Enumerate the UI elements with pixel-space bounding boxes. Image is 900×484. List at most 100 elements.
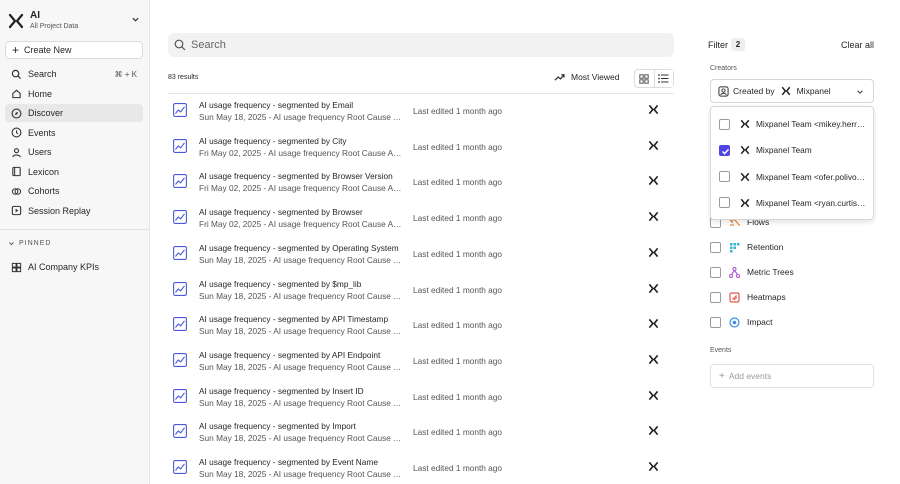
checkbox[interactable] xyxy=(719,118,730,130)
report-subtitle: Fri May 02, 2025 - AI usage frequency Ro… xyxy=(199,183,402,194)
sidebar-item-cohorts[interactable]: Cohorts xyxy=(5,182,143,200)
clear-all-button[interactable]: Clear all xyxy=(841,40,874,50)
sidebar-item-discover[interactable]: Discover xyxy=(5,104,143,122)
mixpanel-logo-icon xyxy=(648,140,659,150)
sidebar-item-label: Lexicon xyxy=(28,166,60,177)
table-row[interactable]: AI usage frequency - segmented by API Ti… xyxy=(168,307,674,343)
sidebar-item-home[interactable]: Home xyxy=(5,85,143,103)
grid-view-icon xyxy=(639,73,649,84)
checkbox[interactable] xyxy=(710,266,721,278)
filter-title: Filter xyxy=(708,40,728,50)
creator-option[interactable]: Mixpanel Team <mikey.herrera@mixpanel.co… xyxy=(711,111,875,137)
metric-tree-icon xyxy=(729,266,740,278)
sidebar-item-events[interactable]: Events xyxy=(5,124,143,142)
report-subtitle: Fri May 02, 2025 - AI usage frequency Ro… xyxy=(199,219,402,230)
mixpanel-logo-icon xyxy=(648,354,659,365)
table-row[interactable]: AI usage frequency - segmented by $mp_li… xyxy=(168,272,674,308)
search-icon xyxy=(174,39,186,51)
report-title[interactable]: AI usage frequency - segmented by Browse… xyxy=(199,171,393,181)
user-icon xyxy=(718,85,729,97)
last-edited: Last edited 1 month ago xyxy=(413,463,503,473)
sidebar-divider xyxy=(0,229,149,230)
report-subtitle: Sun May 18, 2025 - AI usage frequency Ro… xyxy=(199,397,402,408)
table-row[interactable]: AI usage frequency - segmented by Email S… xyxy=(168,93,674,129)
users-icon xyxy=(10,146,22,158)
creator-option[interactable]: Mixpanel Team <ofer.polivoda@mixpanel.co… xyxy=(711,164,875,190)
create-new-button[interactable]: + Create New xyxy=(5,41,143,59)
sidebar-item-users[interactable]: Users xyxy=(5,143,143,161)
creator-select[interactable]: Created by Mixpanel xyxy=(710,79,874,103)
report-type-impact[interactable]: Impact xyxy=(710,315,874,329)
report-title[interactable]: AI usage frequency - segmented by Email xyxy=(199,100,353,110)
insights-report-icon xyxy=(173,388,187,403)
report-title[interactable]: AI usage frequency - segmented by API En… xyxy=(199,350,380,360)
report-title[interactable]: AI usage frequency - segmented by Browse… xyxy=(199,207,363,217)
last-edited: Last edited 1 month ago xyxy=(413,106,503,116)
sidebar-item-session-replay[interactable]: Session Replay xyxy=(5,202,143,220)
checkbox[interactable] xyxy=(710,291,721,303)
checkbox[interactable] xyxy=(710,241,721,253)
report-title[interactable]: AI usage frequency - segmented by Insert… xyxy=(199,386,364,396)
table-row[interactable]: AI usage frequency - segmented by API En… xyxy=(168,343,674,379)
report-type-label: Retention xyxy=(747,242,784,252)
filter-count-badge: 2 xyxy=(731,38,745,51)
search-placeholder: Search xyxy=(191,39,226,51)
view-toggle xyxy=(634,69,674,88)
checkbox[interactable] xyxy=(719,144,730,156)
search-icon xyxy=(10,68,22,80)
table-row[interactable]: AI usage frequency - segmented by Operat… xyxy=(168,236,674,272)
report-title[interactable]: AI usage frequency - segmented by API Ti… xyxy=(199,314,388,324)
report-title[interactable]: AI usage frequency - segmented by City xyxy=(199,136,347,146)
table-row[interactable]: AI usage frequency - segmented by Event … xyxy=(168,450,674,484)
add-events-input[interactable]: + Add events xyxy=(710,364,874,388)
grid-icon xyxy=(10,261,22,273)
last-edited: Last edited 1 month ago xyxy=(413,213,503,224)
creator-dropdown: Mixpanel Team <mikey.herrera@mixpanel.co… xyxy=(710,106,874,220)
report-type-retention[interactable]: Retention xyxy=(710,240,874,254)
list-view-button[interactable] xyxy=(653,70,673,87)
sidebar-item-lexicon[interactable]: Lexicon xyxy=(5,163,143,181)
report-title[interactable]: AI usage frequency - segmented by $mp_li… xyxy=(199,279,361,289)
pinned-item-ai-company-kpis[interactable]: AI Company KPIs xyxy=(5,258,143,276)
report-title[interactable]: AI usage frequency - segmented by Import xyxy=(199,421,356,431)
create-new-label: Create New xyxy=(24,45,72,55)
grid-view-button[interactable] xyxy=(635,70,654,87)
pinned-section-toggle[interactable]: PINNED xyxy=(8,240,51,247)
org-switcher[interactable]: AI All Project Data xyxy=(8,9,142,33)
report-type-heatmap[interactable]: Heatmaps xyxy=(710,290,874,304)
mixpanel-logo-icon xyxy=(8,13,24,29)
report-title[interactable]: AI usage frequency - segmented by Operat… xyxy=(199,243,399,253)
book-icon xyxy=(10,166,22,178)
report-subtitle: Sun May 18, 2025 - AI usage frequency Ro… xyxy=(199,326,402,337)
last-edited: Last edited 1 month ago xyxy=(413,427,503,438)
replay-icon xyxy=(10,205,22,217)
main-content: Search 83 results Most Viewed AI usage f… xyxy=(150,0,695,484)
report-subtitle: Sun May 18, 2025 - AI usage frequency Ro… xyxy=(199,469,402,479)
table-row[interactable]: AI usage frequency - segmented by Import… xyxy=(168,414,674,450)
last-edited: Last edited 1 month ago xyxy=(413,355,503,366)
sort-button[interactable]: Most Viewed xyxy=(554,72,620,82)
sidebar-item-search[interactable]: Search ⌘ + K xyxy=(5,65,143,83)
table-row[interactable]: AI usage frequency - segmented by Browse… xyxy=(168,200,674,236)
table-row[interactable]: AI usage frequency - segmented by City Fr… xyxy=(168,129,674,165)
creator-option[interactable]: Mixpanel Team xyxy=(711,137,875,163)
checkbox[interactable] xyxy=(719,197,730,209)
compass-icon xyxy=(10,107,22,119)
search-input[interactable]: Search xyxy=(168,33,674,57)
table-row[interactable]: AI usage frequency - segmented by Insert… xyxy=(168,379,674,415)
check-icon xyxy=(721,148,730,155)
report-title[interactable]: AI usage frequency - segmented by Event … xyxy=(199,457,378,467)
report-type-metric-tree[interactable]: Metric Trees xyxy=(710,265,874,279)
sort-label: Most Viewed xyxy=(571,72,620,82)
creator-option[interactable]: Mixpanel Team <ryan.curtis@mixpanel.com> xyxy=(711,190,875,216)
checkbox[interactable] xyxy=(710,316,721,328)
table-row[interactable]: AI usage frequency - segmented by Browse… xyxy=(168,164,674,200)
events-icon xyxy=(10,127,22,139)
chevron-down-icon xyxy=(9,242,14,246)
mixpanel-logo-icon xyxy=(781,86,790,96)
checkbox[interactable] xyxy=(719,171,730,183)
insights-report-icon xyxy=(173,103,187,117)
retention-icon xyxy=(730,242,740,252)
sidebar: AI All Project Data + Create New Search … xyxy=(0,0,150,484)
list-view-icon xyxy=(658,74,669,83)
